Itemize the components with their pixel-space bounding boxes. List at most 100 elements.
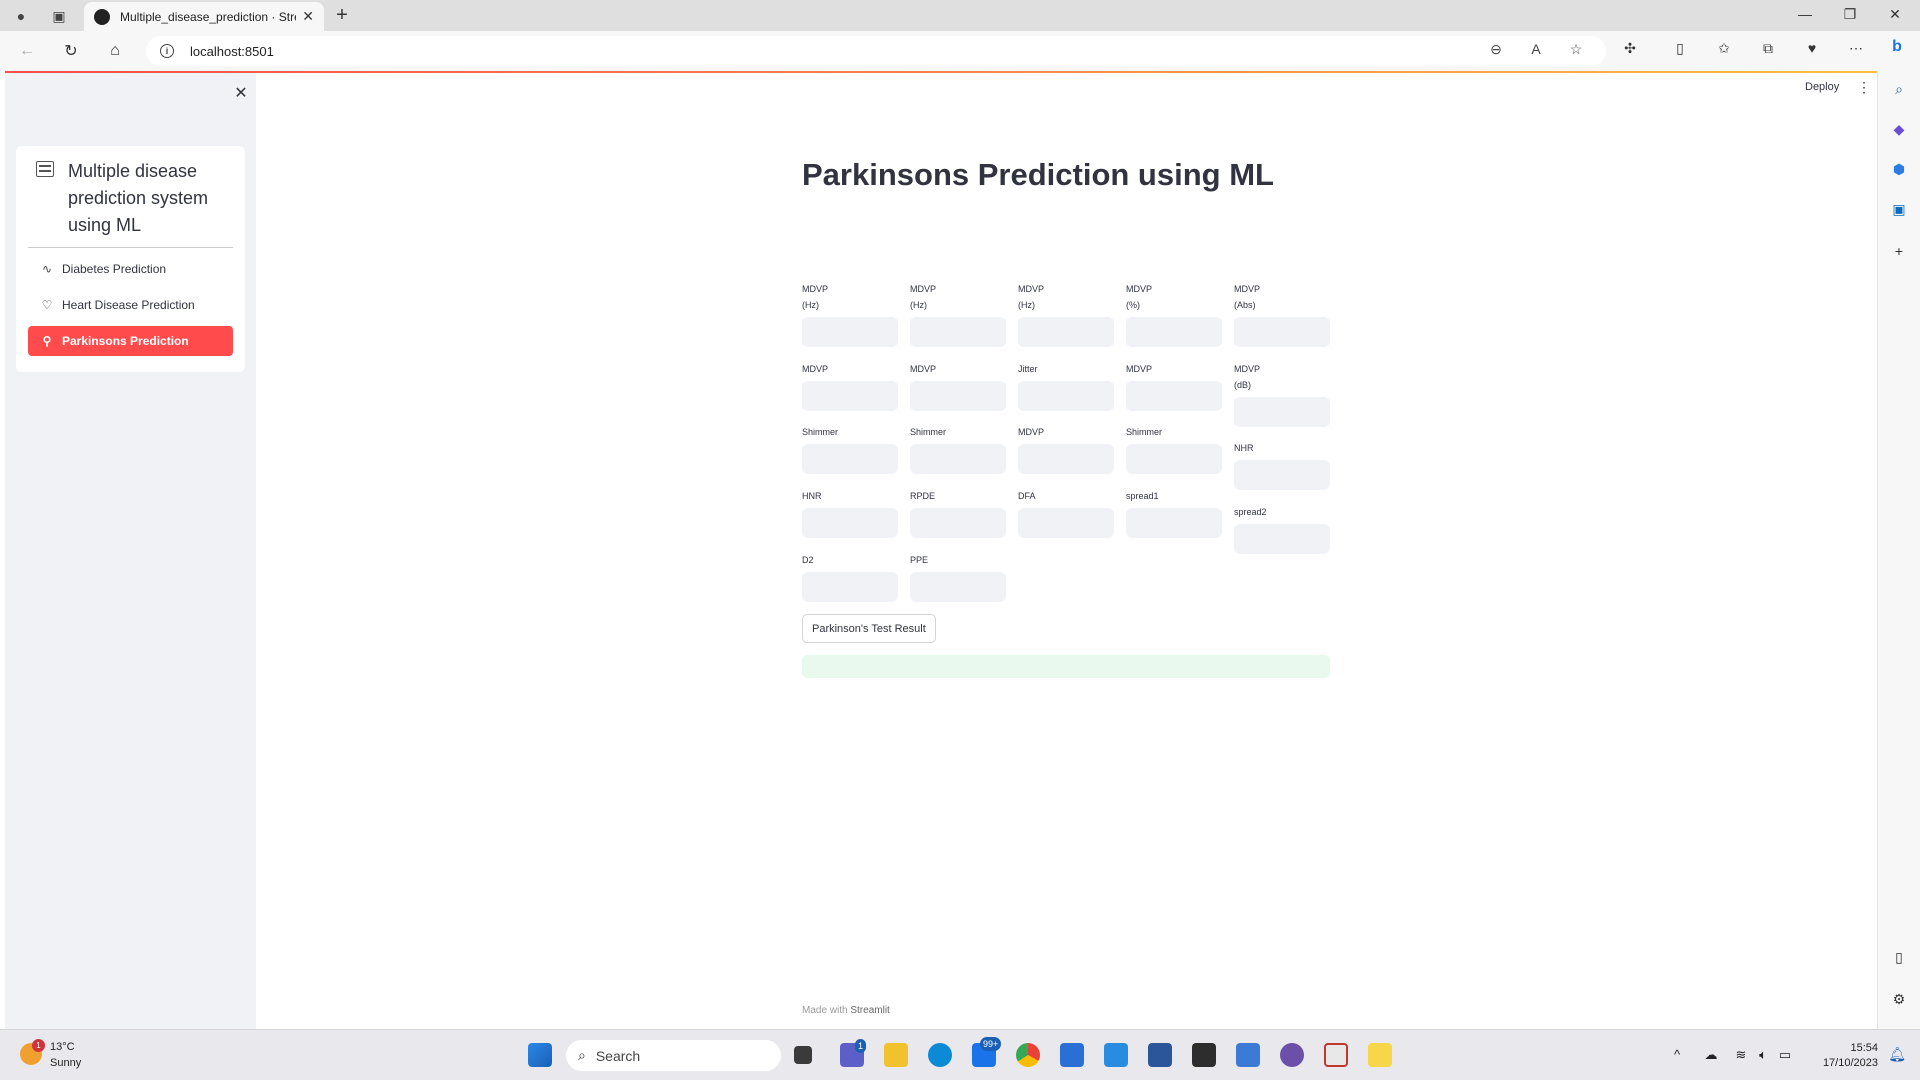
wifi-icon[interactable]: ≋ xyxy=(1732,1047,1750,1063)
terminal-icon[interactable] xyxy=(1192,1043,1216,1067)
field-label-line: spread1 xyxy=(1126,491,1159,501)
home-icon[interactable]: ⌂ xyxy=(104,40,126,62)
extensions-icon[interactable]: ✣ xyxy=(1620,40,1640,60)
url-bar[interactable]: i localhost:8501 ⊖ A ☆ xyxy=(146,36,1606,66)
settings-gear-icon[interactable]: ⚙ xyxy=(1889,991,1909,1011)
weather-temperature[interactable]: 13°C xyxy=(50,1041,75,1053)
parkinsons-input-field[interactable] xyxy=(1018,508,1114,538)
github-desktop-icon[interactable] xyxy=(1280,1043,1304,1067)
word-icon[interactable] xyxy=(1148,1043,1172,1067)
refresh-icon[interactable]: ↻ xyxy=(60,40,82,62)
back-icon[interactable]: ← xyxy=(16,40,38,62)
outlook-icon[interactable]: ▣ xyxy=(1889,201,1909,221)
office-icon[interactable]: ⬢ xyxy=(1889,161,1909,181)
field-label-line: MDVP xyxy=(1126,284,1153,294)
deploy-button[interactable]: Deploy xyxy=(1805,81,1839,93)
menu-item-diabetes[interactable]: ∿ Diabetes Prediction xyxy=(28,254,233,284)
vscode-icon[interactable] xyxy=(1104,1043,1128,1067)
file-explorer-icon[interactable] xyxy=(884,1043,908,1067)
zoom-out-icon[interactable]: ⊖ xyxy=(1486,41,1506,61)
shopping-icon[interactable]: ◆ xyxy=(1889,121,1909,141)
parkinsons-input-field[interactable] xyxy=(802,572,898,602)
field-label-line: Shimmer xyxy=(802,427,839,437)
parkinsons-input-field[interactable] xyxy=(1018,317,1114,347)
parkinsons-input-field[interactable] xyxy=(1234,317,1330,347)
weather-description[interactable]: Sunny xyxy=(50,1057,81,1069)
notifications-bell-icon[interactable]: 🔔︎ xyxy=(1888,1046,1906,1063)
search-icon[interactable]: ⌕ xyxy=(1889,81,1909,101)
volume-icon[interactable]: 🔈︎ xyxy=(1754,1047,1772,1063)
parkinsons-input-field[interactable] xyxy=(1126,508,1222,538)
show-hidden-icons-icon[interactable]: ^ xyxy=(1668,1047,1686,1062)
streamlit-app: ✕ Multiple disease prediction system usi… xyxy=(5,71,1877,1029)
new-tab-icon[interactable]: + xyxy=(330,4,354,27)
minimize-icon[interactable]: — xyxy=(1795,6,1815,22)
profile-icon[interactable]: ● xyxy=(10,5,32,27)
field-label: MDVP xyxy=(910,361,936,377)
parkinsons-input-field[interactable] xyxy=(910,444,1006,474)
store-icon[interactable] xyxy=(1060,1043,1084,1067)
site-info-icon[interactable]: i xyxy=(160,44,174,58)
parkinsons-input-field[interactable] xyxy=(1234,524,1330,554)
field-label-line: (dB) xyxy=(1234,380,1252,390)
sticky-notes-icon[interactable] xyxy=(1368,1043,1392,1067)
parkinsons-input-field[interactable] xyxy=(1126,381,1222,411)
parkinsons-input-field[interactable] xyxy=(802,381,898,411)
field-label: MDVP (%) xyxy=(1126,281,1152,313)
clock[interactable]: 15:54 17/10/2023 xyxy=(1823,1041,1878,1071)
notepad-icon[interactable] xyxy=(1236,1043,1260,1067)
parkinsons-test-result-button[interactable]: Parkinson's Test Result xyxy=(802,614,936,643)
parkinsons-input-field[interactable] xyxy=(1234,460,1330,490)
restore-icon[interactable]: ❐ xyxy=(1840,6,1860,23)
browser-essentials-icon[interactable]: ♥ xyxy=(1802,40,1822,60)
browser-tab[interactable]: Multiple_disease_prediction · Streamlit … xyxy=(84,2,324,31)
field-label-line: Jitter xyxy=(1018,364,1038,374)
parkinsons-input-field[interactable] xyxy=(910,508,1006,538)
menu-title: Multiple disease prediction system using… xyxy=(28,158,233,248)
parkinsons-input-field[interactable] xyxy=(802,444,898,474)
parkinsons-input-field[interactable] xyxy=(1234,397,1330,427)
footer-streamlit-link[interactable]: Streamlit xyxy=(850,1005,889,1016)
more-options-icon[interactable]: ⋯ xyxy=(1846,40,1866,60)
split-screen-icon[interactable]: ▯ xyxy=(1670,40,1690,60)
field-label-line: spread2 xyxy=(1234,507,1267,517)
close-tab-icon[interactable]: ✕ xyxy=(302,8,314,25)
field-label: PPE xyxy=(910,552,928,568)
main-menu-icon[interactable]: ⋮ xyxy=(1857,79,1871,96)
url-text[interactable]: localhost:8501 xyxy=(190,44,274,59)
favorite-star-icon[interactable]: ☆ xyxy=(1566,41,1586,61)
parkinsons-input-field[interactable] xyxy=(910,572,1006,602)
taskbar-search[interactable]: ⌕ Search xyxy=(566,1040,781,1071)
parkinsons-input-field[interactable] xyxy=(1018,381,1114,411)
menu-item-parkinsons[interactable]: ⚲ Parkinsons Prediction xyxy=(28,326,233,356)
snipping-tool-icon[interactable] xyxy=(1324,1043,1348,1067)
field-label: MDVP (dB) xyxy=(1234,361,1260,393)
battery-icon[interactable]: ▭ xyxy=(1776,1047,1794,1063)
add-sidebar-app-icon[interactable]: + xyxy=(1889,243,1909,263)
task-view-icon[interactable] xyxy=(794,1046,812,1064)
field-label: Shimmer xyxy=(802,424,838,440)
parkinsons-input-field[interactable] xyxy=(802,317,898,347)
close-window-icon[interactable]: ✕ xyxy=(1885,6,1905,23)
copilot-icon[interactable]: b xyxy=(1887,38,1907,58)
parkinsons-input-field[interactable] xyxy=(1126,317,1222,347)
edge-icon[interactable] xyxy=(928,1043,952,1067)
menu-item-heart[interactable]: ♡ Heart Disease Prediction xyxy=(28,290,233,320)
close-sidebar-icon[interactable]: ✕ xyxy=(231,83,251,103)
parkinsons-input-field[interactable] xyxy=(910,317,1006,347)
collections-icon[interactable]: ⧉ xyxy=(1758,40,1778,60)
start-windows-icon[interactable] xyxy=(528,1043,552,1067)
read-aloud-icon[interactable]: A xyxy=(1526,41,1546,61)
parkinsons-input-field[interactable] xyxy=(910,381,1006,411)
parkinsons-input-field[interactable] xyxy=(1126,444,1222,474)
onedrive-cloud-icon[interactable]: ☁ xyxy=(1702,1047,1720,1063)
parkinsons-input-field[interactable] xyxy=(802,508,898,538)
sidebar-panel-icon[interactable]: ▯ xyxy=(1889,949,1909,969)
field-label-line: (Hz) xyxy=(910,300,927,310)
field-label-line: MDVP xyxy=(1234,364,1261,374)
chrome-icon[interactable] xyxy=(1016,1043,1040,1067)
favorites-icon[interactable]: ✩ xyxy=(1714,40,1734,60)
workspaces-icon[interactable]: ▣ xyxy=(48,5,70,27)
field-label-line: MDVP xyxy=(1018,427,1045,437)
parkinsons-input-field[interactable] xyxy=(1018,444,1114,474)
